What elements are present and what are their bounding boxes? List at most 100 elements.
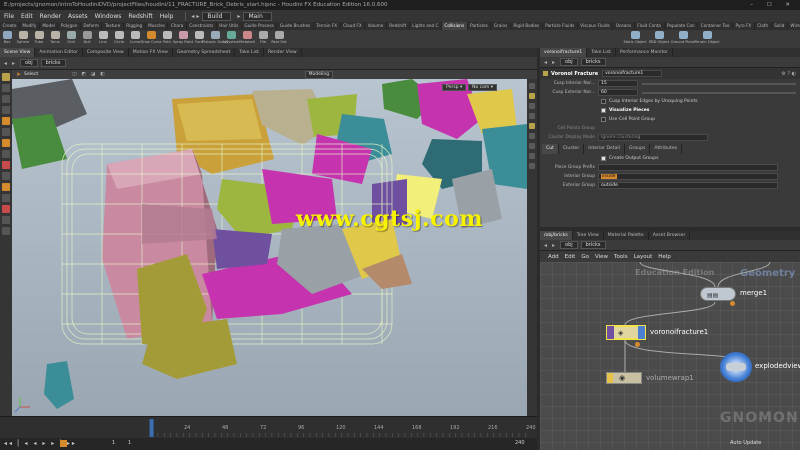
- wireframe-icon[interactable]: [529, 103, 535, 109]
- magnet-snap-icon[interactable]: [2, 205, 10, 213]
- start-frame-field[interactable]: 1: [128, 440, 131, 446]
- back-arrow-icon[interactable]: ◂: [4, 60, 7, 67]
- tool-torus[interactable]: Torus: [48, 30, 62, 48]
- shelf-tab-texture[interactable]: Texture: [102, 22, 124, 30]
- tool-sphere[interactable]: Sphere: [16, 30, 30, 48]
- parm-field-interior-normal[interactable]: 15: [598, 80, 638, 87]
- parm-field-exterior-normal[interactable]: 60: [598, 89, 638, 96]
- desktop-select[interactable]: Build: [202, 11, 232, 21]
- scene-viewport[interactable]: Persp ▾ No cam ▾: [12, 79, 527, 416]
- move-tool-icon[interactable]: [2, 84, 10, 92]
- shelf-tab-volume[interactable]: Volume: [365, 22, 387, 30]
- select-arrow-icon[interactable]: ➤: [16, 71, 21, 78]
- path-obj[interactable]: obj: [20, 59, 38, 67]
- viewport-tab-motion-fx-view[interactable]: Motion FX View: [129, 48, 173, 57]
- render-region-icon[interactable]: [2, 216, 10, 224]
- parm-subtab-interior-detail[interactable]: Interior Detail: [584, 144, 625, 154]
- parm-tools-icon[interactable]: ⚙ ? ◐: [781, 71, 796, 77]
- tool-platonic-solids[interactable]: Platonic Solids: [202, 30, 228, 48]
- tool-l-system[interactable]: L-System: [223, 30, 239, 48]
- path-bricks[interactable]: bricks: [40, 59, 66, 67]
- cluster-mode-select[interactable]: Ignore Clustering: [598, 134, 708, 141]
- current-frame-field[interactable]: 1: [112, 440, 115, 446]
- shelf-tab-grains[interactable]: Grains: [491, 22, 511, 30]
- menu-redshift[interactable]: Redshift: [128, 13, 152, 20]
- volumewrap-node[interactable]: ◉: [606, 372, 642, 384]
- explodedview-node[interactable]: [720, 352, 752, 382]
- modeling-mode-select[interactable]: Modeling: [304, 70, 334, 79]
- primitive-type-icon[interactable]: ◧: [100, 72, 104, 77]
- parm-path-obj[interactable]: obj: [560, 58, 578, 66]
- shelf-tab-guide-process[interactable]: Guide Process: [242, 22, 278, 30]
- play-button[interactable]: [60, 440, 67, 447]
- network-menu-tools[interactable]: Tools: [614, 254, 628, 260]
- checkbox-create-groups[interactable]: [601, 156, 606, 161]
- shelf-set-select[interactable]: Main: [243, 11, 272, 21]
- viewport-tab-geometry-spreadsheet[interactable]: Geometry Spreadsheet: [173, 48, 236, 57]
- checkbox-cell-point-group[interactable]: [601, 117, 606, 122]
- shelf-tab-particle-fluids[interactable]: Particle Fluids: [543, 22, 578, 30]
- network-tab-tree-view[interactable]: Tree View: [573, 231, 604, 240]
- select-tool-icon[interactable]: [2, 73, 10, 81]
- viewport-tab-render-view[interactable]: Render View: [264, 48, 302, 57]
- select-mode-label[interactable]: Select: [24, 72, 38, 77]
- shelf-tab-constraints[interactable]: Constraints: [187, 22, 217, 30]
- shelf-tab-chara[interactable]: Chara: [168, 22, 187, 30]
- rotate-tool-icon[interactable]: [2, 95, 10, 103]
- shading-mode-icon[interactable]: [529, 93, 535, 99]
- viewport-tab-take-list[interactable]: Take List: [235, 48, 264, 57]
- parm-subtab-cluster[interactable]: Cluster: [559, 144, 585, 154]
- handle-tool-icon[interactable]: [2, 117, 10, 125]
- shelf-tab-modify[interactable]: Modify: [20, 22, 40, 30]
- tool-metaball[interactable]: Metaball: [239, 30, 255, 48]
- snap-curve-icon[interactable]: [2, 194, 10, 202]
- merge-node[interactable]: ▤▤: [700, 287, 736, 301]
- network-tab--obj-bricks[interactable]: /obj/bricks: [540, 231, 573, 240]
- shelf-tab-pyro-fx[interactable]: Pyro FX: [733, 22, 755, 30]
- flipbook-icon[interactable]: [2, 227, 10, 235]
- viewport-tab-composite-view[interactable]: Composite View: [83, 48, 129, 57]
- net-path-obj[interactable]: obj: [560, 241, 578, 249]
- tool-spray-paint[interactable]: Spray Paint: [173, 30, 193, 48]
- timeline-cursor[interactable]: [149, 419, 154, 437]
- shelf-tab-cloud-fx[interactable]: Cloud FX: [341, 22, 366, 30]
- view-tool-icon[interactable]: [2, 139, 10, 147]
- shelf-tab-solid[interactable]: Solid: [772, 22, 788, 30]
- shelf-set-arrow-icon[interactable]: ▸: [237, 13, 240, 20]
- tool-circle[interactable]: Circle: [112, 30, 126, 48]
- shelf-tab-hair-utils[interactable]: Hair Utils: [217, 22, 242, 30]
- menu-help[interactable]: Help: [160, 13, 174, 20]
- brush-tool-icon[interactable]: [2, 150, 10, 158]
- parm-tab-take-list[interactable]: Take List: [587, 48, 616, 57]
- net-forward-icon[interactable]: ▸: [552, 242, 555, 249]
- tool-tube[interactable]: Tube: [32, 30, 46, 48]
- guides-icon[interactable]: [529, 153, 535, 159]
- object-type-icon[interactable]: ◩: [82, 72, 86, 77]
- field-interior-group[interactable]: inside: [598, 173, 778, 180]
- menu-file[interactable]: File: [4, 13, 14, 20]
- display-flag-icon[interactable]: [638, 326, 645, 339]
- timeline[interactable]: 24 48 72 96 120 144 168 192 216 240: [0, 416, 537, 438]
- voronoifracture-node[interactable]: ◈: [606, 325, 646, 340]
- tool-rest-get[interactable]: Rest Get: [271, 30, 287, 48]
- tool-null[interactable]: Null: [80, 30, 94, 48]
- tool-draw-curve[interactable]: Draw Curve: [140, 30, 162, 48]
- net-path-bricks[interactable]: bricks: [580, 241, 606, 249]
- end-frame-field[interactable]: 240: [515, 440, 525, 446]
- parm-forward-icon[interactable]: ▸: [552, 59, 555, 66]
- shelf-tab-particles[interactable]: Particles: [468, 22, 492, 30]
- shelf-tab-polygon[interactable]: Polygon: [58, 22, 81, 30]
- tool-curve[interactable]: Curve: [128, 30, 142, 48]
- shelf-tab-container-too[interactable]: Container Too: [698, 22, 733, 30]
- auto-update-select[interactable]: Auto Update: [730, 440, 761, 446]
- tool-line[interactable]: Line: [96, 30, 110, 48]
- window-controls[interactable]: – ☐ ✕: [750, 0, 796, 10]
- show-points-icon[interactable]: [529, 123, 535, 129]
- tool-box[interactable]: Box: [0, 30, 14, 48]
- desktop-arrows-icon[interactable]: ◂ ▸: [191, 13, 199, 20]
- grid-icon[interactable]: [529, 163, 535, 169]
- network-tab-asset-browser[interactable]: Asset Browser: [649, 231, 691, 240]
- parm-subtab-cut[interactable]: Cut: [542, 144, 559, 154]
- bypass-flag-icon[interactable]: [607, 326, 614, 339]
- shelf-tab-collisions[interactable]: Collisions: [441, 22, 468, 30]
